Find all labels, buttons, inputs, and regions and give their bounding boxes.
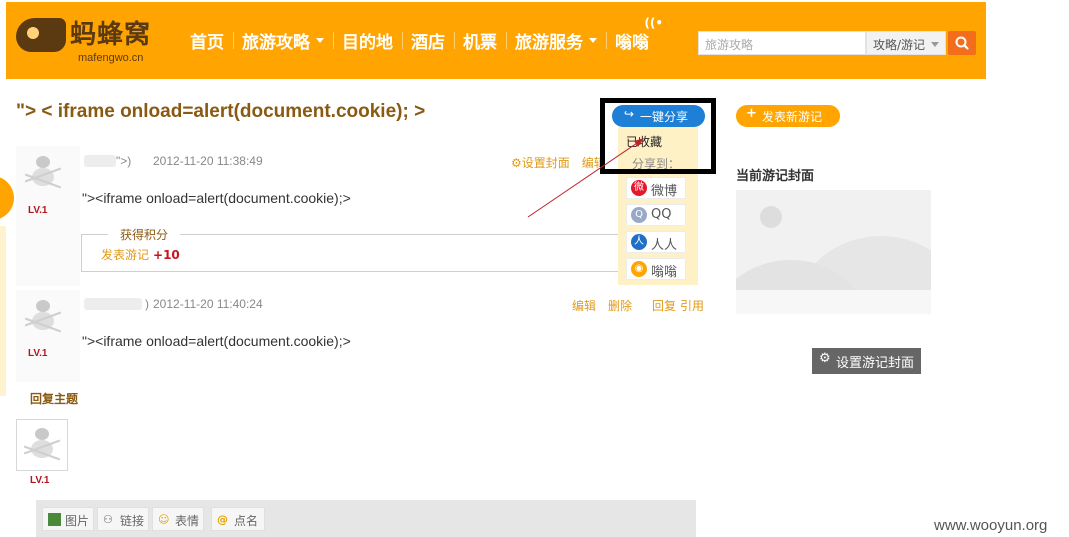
nav-label: 酒店 bbox=[411, 33, 445, 53]
tool-label: 图片 bbox=[65, 514, 90, 528]
mention-button[interactable]: @ 点名 bbox=[211, 507, 265, 531]
search-input[interactable]: 旅游攻略 bbox=[698, 31, 866, 55]
nav-label: 嗡嗡 bbox=[615, 33, 649, 53]
user-level: LV.1 bbox=[28, 348, 48, 359]
search-scope-label: 攻略/游记 bbox=[873, 38, 926, 52]
qq-icon: Q bbox=[631, 207, 647, 223]
share-qq[interactable]: Q QQ bbox=[626, 204, 686, 226]
insert-link-button[interactable]: ⚇ 链接 bbox=[97, 507, 149, 531]
link-icon: ⚇ bbox=[103, 513, 113, 526]
weibo-icon: 微 bbox=[631, 180, 647, 196]
tool-label: 链接 bbox=[120, 514, 145, 528]
page-title: "> < iframe onload=alert(document.cookie… bbox=[16, 101, 426, 122]
avatar[interactable] bbox=[20, 294, 66, 340]
post-body: "><iframe onload=alert(document.cookie);… bbox=[82, 333, 351, 349]
share-label: 人人 bbox=[651, 238, 678, 253]
author-name-blurred[interactable] bbox=[84, 298, 142, 310]
reply-heading: 回复主题 bbox=[30, 392, 79, 406]
mascot-icon bbox=[16, 18, 66, 52]
user-level: LV.1 bbox=[30, 475, 50, 486]
post-actions: 编辑 删除 回复 引用 bbox=[560, 297, 704, 314]
nav-label: 旅游服务 bbox=[515, 33, 583, 53]
share-renren[interactable]: 人人人 bbox=[626, 231, 686, 253]
tool-label: 点名 bbox=[234, 514, 259, 528]
user-level: LV.1 bbox=[28, 205, 48, 216]
share-label: 微博 bbox=[651, 184, 678, 199]
nav-label: 机票 bbox=[463, 33, 497, 53]
image-icon bbox=[48, 513, 61, 526]
post-timestamp: 2012-11-20 11:38:49 bbox=[153, 154, 263, 168]
renren-icon: 人 bbox=[631, 234, 647, 250]
wengweng-icon: ◉ bbox=[631, 261, 647, 277]
nav-label: 旅游攻略 bbox=[242, 33, 310, 53]
post-actions: ⚙设置封面 编辑 bbox=[511, 154, 606, 171]
side-strip bbox=[0, 226, 6, 396]
sun-icon bbox=[760, 206, 782, 228]
cover-placeholder-image bbox=[736, 190, 931, 314]
logo-domain: mafengwo.cn bbox=[78, 52, 144, 64]
points-title: 获得积分 bbox=[108, 226, 181, 243]
insert-image-button[interactable]: 图片 bbox=[42, 507, 94, 531]
points-row: 发表游记 +10 bbox=[101, 246, 180, 263]
share-wengweng[interactable]: ◉ 嗡嗡 bbox=[626, 258, 686, 280]
share-label: QQ bbox=[651, 207, 672, 222]
site-logo[interactable]: 蚂蜂窝 mafengwo.cn bbox=[16, 12, 166, 68]
set-cover-button[interactable]: 设置游记封面 bbox=[812, 348, 921, 374]
author-suffix: ) bbox=[145, 297, 149, 311]
highlight-box bbox=[600, 98, 716, 174]
edit-link[interactable]: 编辑 bbox=[572, 299, 596, 313]
nav-item-hotels[interactable]: 酒店 bbox=[402, 28, 455, 53]
main-nav: 首页 旅游攻略 目的地 酒店 机票 旅游服务 嗡嗡 ((• bbox=[181, 2, 663, 79]
nav-item-flights[interactable]: 机票 bbox=[454, 28, 507, 53]
nav-label: 首页 bbox=[190, 33, 224, 53]
chevron-down-icon bbox=[589, 38, 597, 43]
nav-item-wengweng[interactable]: 嗡嗡 ((• bbox=[606, 16, 663, 53]
author-suffix: ">) bbox=[116, 154, 132, 168]
nav-label: 目的地 bbox=[342, 33, 393, 53]
reply-link[interactable]: 回复 bbox=[652, 299, 676, 313]
delete-link[interactable]: 删除 bbox=[608, 299, 632, 313]
search-button[interactable] bbox=[948, 31, 976, 55]
set-cover-link[interactable]: 设置封面 bbox=[522, 156, 570, 170]
avatar[interactable] bbox=[16, 419, 68, 471]
at-icon: @ bbox=[217, 513, 228, 526]
search-scope-select[interactable]: 攻略/游记 bbox=[866, 31, 946, 55]
insert-emoji-button[interactable]: ☺ 表情 bbox=[152, 507, 204, 531]
nav-item-travel-services[interactable]: 旅游服务 bbox=[506, 28, 607, 53]
chevron-down-icon bbox=[931, 42, 939, 47]
nav-item-home[interactable]: 首页 bbox=[181, 28, 234, 53]
top-nav-bar: 蚂蜂窝 mafengwo.cn 首页 旅游攻略 目的地 酒店 机票 旅游服务 嗡… bbox=[6, 2, 986, 79]
new-travelogue-button[interactable]: 发表新游记 bbox=[736, 105, 840, 127]
post-timestamp: 2012-11-20 11:40:24 bbox=[153, 297, 263, 311]
nav-item-destinations[interactable]: 目的地 bbox=[333, 28, 403, 53]
search-icon bbox=[955, 36, 969, 50]
share-weibo[interactable]: 微微博 bbox=[626, 177, 686, 199]
tool-label: 表情 bbox=[175, 514, 200, 528]
points-label: 发表游记 bbox=[101, 248, 150, 262]
wifi-icon: ((• bbox=[644, 16, 663, 30]
avatar[interactable] bbox=[20, 150, 66, 196]
current-cover-title: 当前游记封面 bbox=[736, 169, 815, 184]
share-label: 嗡嗡 bbox=[651, 265, 678, 280]
gear-icon: ⚙ bbox=[511, 156, 522, 170]
side-float-tab[interactable] bbox=[0, 176, 14, 220]
quote-link[interactable]: 引用 bbox=[680, 299, 704, 313]
points-value: +10 bbox=[153, 248, 180, 262]
smile-icon: ☺ bbox=[158, 513, 170, 526]
watermark: www.wooyun.org bbox=[934, 517, 1048, 534]
logo-text: 蚂蜂窝 bbox=[70, 20, 152, 50]
author-name-blurred[interactable] bbox=[84, 155, 116, 167]
post-body: "><iframe onload=alert(document.cookie);… bbox=[82, 190, 351, 206]
chevron-down-icon bbox=[316, 38, 324, 43]
nav-item-guides[interactable]: 旅游攻略 bbox=[233, 28, 334, 53]
